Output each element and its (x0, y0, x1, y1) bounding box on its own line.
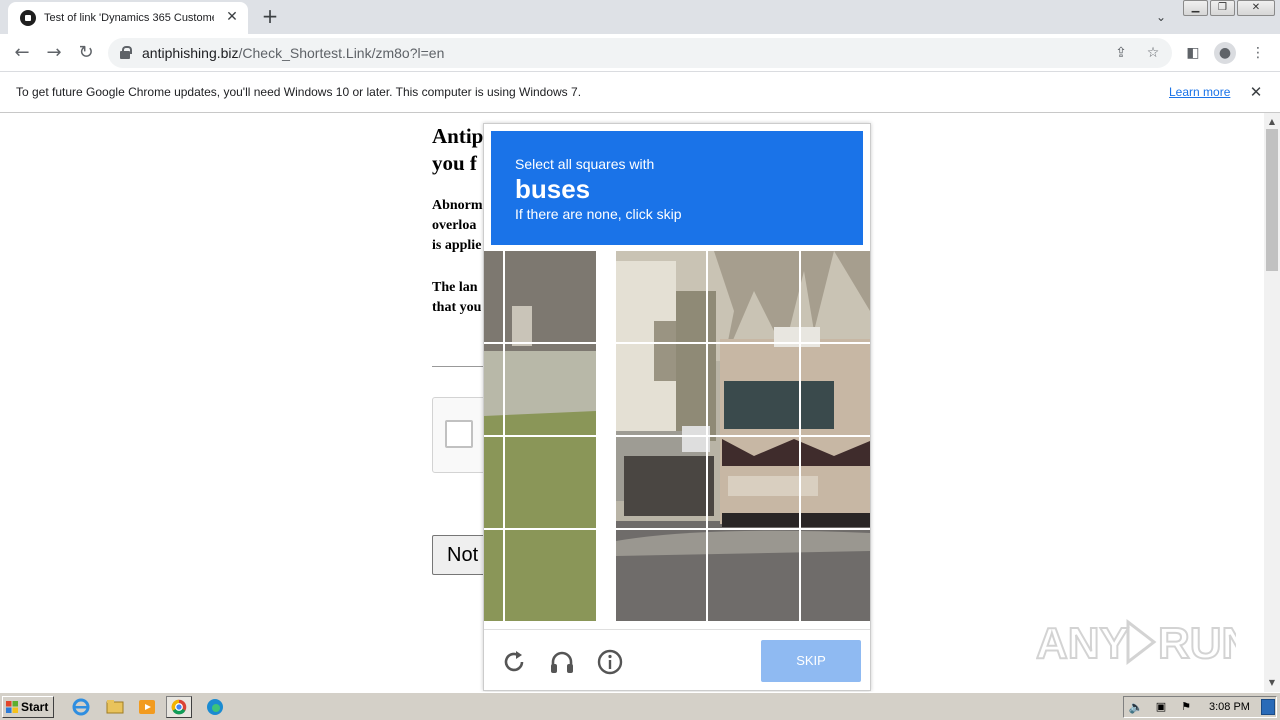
volume-icon[interactable]: 🔈 (1128, 699, 1144, 715)
scroll-up-icon[interactable]: ▲ (1264, 115, 1280, 129)
anyrun-watermark-logo: ANY RUN (1036, 618, 1236, 669)
site-favicon-icon (20, 10, 36, 26)
image-tile[interactable] (615, 437, 707, 529)
vertical-scrollbar[interactable]: ▲ ▼ (1264, 113, 1280, 692)
challenge-header: Select all squares with buses If there a… (491, 131, 863, 245)
internet-explorer-icon[interactable] (68, 696, 94, 718)
recaptcha-checkbox[interactable] (445, 420, 473, 448)
network-icon[interactable]: ▣ (1153, 699, 1169, 715)
challenge-target: buses (515, 174, 591, 204)
share-icon[interactable]: ⇪ (1112, 44, 1130, 62)
window-close-icon[interactable]: ✕ (1237, 0, 1275, 16)
browser-toolbar: ← → ↻ antiphishing.biz/Check_Shortest.Li… (0, 34, 1280, 72)
url-text[interactable]: antiphishing.biz/Check_Shortest.Link/zm8… (142, 44, 444, 62)
restore-icon[interactable]: ❐ (1210, 0, 1235, 16)
start-label: Start (21, 700, 49, 714)
svg-text:ANY: ANY (1036, 619, 1129, 668)
challenge-image-grid (484, 251, 870, 621)
scroll-thumb[interactable] (1266, 129, 1278, 271)
reload-icon[interactable]: ↻ (73, 40, 99, 66)
start-button[interactable]: Start (2, 696, 54, 718)
image-tile[interactable] (504, 344, 596, 436)
show-desktop-icon[interactable] (1261, 699, 1275, 715)
new-tab-icon[interactable]: + (260, 6, 280, 26)
image-tile[interactable] (800, 530, 870, 621)
system-tray (1123, 696, 1277, 718)
window-controls: ▁ ❐ ✕ (1183, 0, 1275, 18)
image-tile[interactable] (615, 251, 707, 343)
recaptcha-challenge-dialog: Select all squares with buses If there a… (483, 123, 871, 691)
audio-challenge-icon[interactable] (548, 648, 576, 676)
image-tile[interactable] (615, 530, 707, 621)
tab-strip: Test of link 'Dynamics 365 Customer ✕ + … (0, 0, 1280, 34)
media-player-icon[interactable] (134, 696, 160, 718)
image-tile[interactable] (504, 530, 596, 621)
challenge-footer: SKIP (484, 629, 870, 691)
image-tile[interactable] (707, 530, 799, 621)
chrome-icon[interactable] (166, 696, 192, 718)
image-tile[interactable] (504, 437, 596, 529)
lock-icon[interactable] (120, 46, 132, 59)
info-icon[interactable] (596, 648, 624, 676)
file-explorer-icon[interactable] (102, 696, 128, 718)
learn-more-link[interactable]: Learn more (1169, 84, 1230, 100)
windows-logo-icon (6, 701, 18, 713)
minimize-icon[interactable]: ▁ (1183, 0, 1208, 16)
image-tile[interactable] (800, 437, 870, 529)
image-tile[interactable] (504, 251, 596, 343)
image-tile[interactable] (615, 344, 707, 436)
update-infobar: To get future Google Chrome updates, you… (0, 72, 1280, 113)
browser-tab[interactable]: Test of link 'Dynamics 365 Customer ✕ (8, 2, 248, 34)
address-bar[interactable]: antiphishing.biz/Check_Shortest.Link/zm8… (108, 38, 1172, 68)
infobar-close-icon[interactable]: ✕ (1246, 82, 1266, 102)
svg-text:RUN: RUN (1158, 619, 1236, 668)
back-icon[interactable]: ← (9, 40, 35, 66)
tab-title: Test of link 'Dynamics 365 Customer (44, 12, 214, 24)
image-tile[interactable] (707, 344, 799, 436)
tab-close-icon[interactable]: ✕ (223, 8, 241, 26)
infobar-message: To get future Google Chrome updates, you… (16, 85, 582, 99)
image-tile[interactable] (707, 437, 799, 529)
edge-icon[interactable] (202, 696, 228, 718)
bookmark-star-icon[interactable]: ☆ (1144, 44, 1162, 62)
tab-search-chevron-icon[interactable]: ⌄ (1152, 8, 1170, 26)
scroll-down-icon[interactable]: ▼ (1264, 676, 1280, 690)
menu-kebab-icon[interactable]: ⋮ (1247, 42, 1269, 64)
image-tile[interactable] (707, 251, 799, 343)
challenge-instruction: Select all squares with (515, 156, 655, 172)
image-tile[interactable] (800, 344, 870, 436)
side-panel-icon[interactable]: ◧ (1182, 42, 1204, 64)
reload-challenge-icon[interactable] (500, 648, 528, 676)
profile-avatar-icon[interactable]: ● (1214, 42, 1236, 64)
windows-taskbar: Start 🔈 ▣ ⚑ 3:08 PM (0, 692, 1280, 720)
action-center-flag-icon[interactable]: ⚑ (1178, 699, 1194, 715)
forward-icon[interactable]: → (41, 40, 67, 66)
challenge-hint: If there are none, click skip (515, 206, 682, 222)
image-tile[interactable] (800, 251, 870, 343)
taskbar-clock[interactable]: 3:08 PM (1209, 699, 1250, 715)
skip-button[interactable]: SKIP (761, 640, 861, 682)
